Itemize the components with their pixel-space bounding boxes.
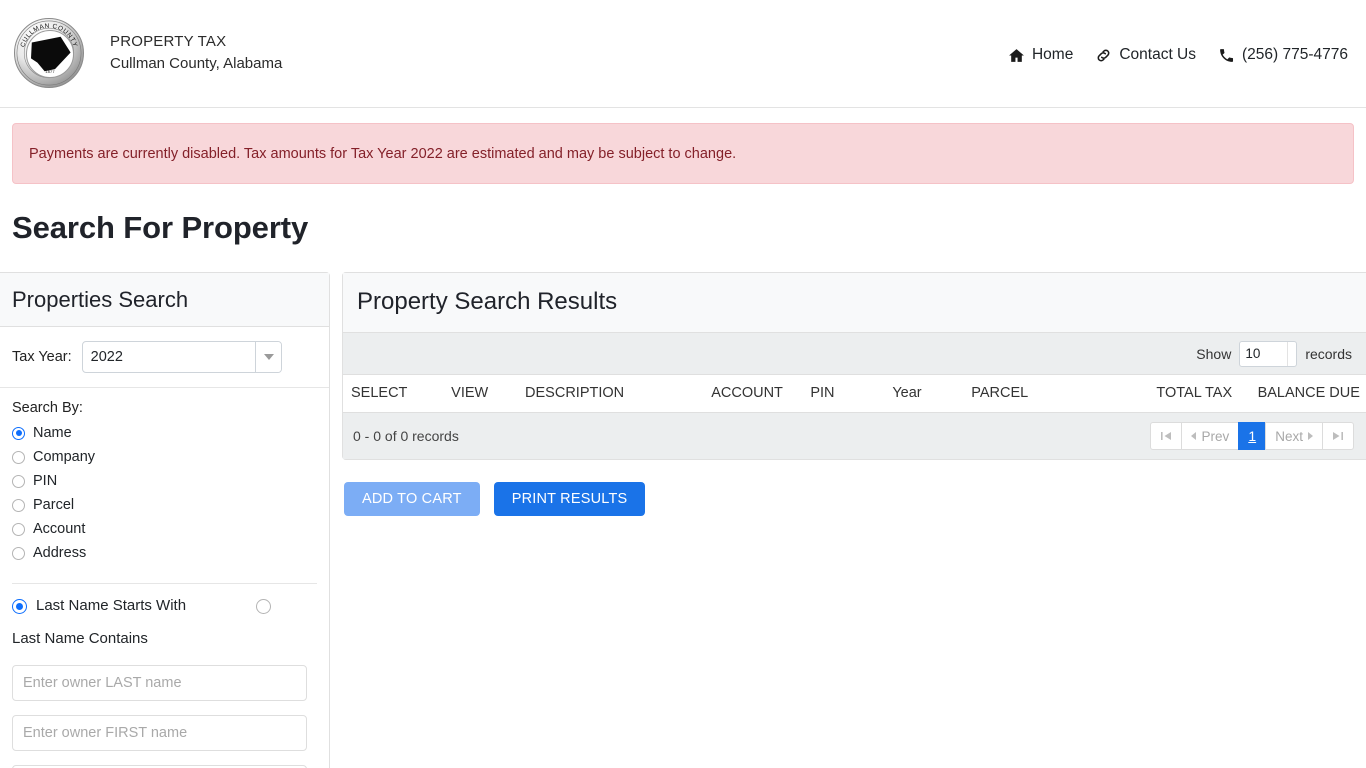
search-by-option-parcel-label: Parcel [33,497,75,513]
pagination: Prev 1 Next [1150,422,1354,450]
radio-icon[interactable] [12,450,25,464]
pagination-page-1-label: 1 [1248,428,1257,444]
column-header-year[interactable]: Year [884,375,964,413]
tax-year-input[interactable] [82,342,256,372]
chevron-right-icon [1308,432,1313,440]
phone-icon [1218,47,1235,64]
results-column: Property Search Results Show records [342,272,1366,516]
properties-search-panel: Properties Search Tax Year: Search By: N… [0,272,330,768]
column-header-account[interactable]: ACCOUNT [703,375,803,413]
owner-first-name-input[interactable] [12,715,307,751]
brand-text: PROPERTY TAX Cullman County, Alabama [110,31,282,75]
name-match-contains-label: Last Name Contains [12,630,148,647]
radio-icon[interactable] [12,498,25,512]
pagination-next-label: Next [1275,428,1303,444]
results-table: SELECT VIEW DESCRIPTION ACCOUNT PIN Year… [343,375,1366,413]
page-title: Search For Property [12,210,309,245]
search-by-option-pin[interactable]: PIN [12,469,317,493]
link-icon [1095,47,1112,64]
tax-year-dropdown-button[interactable] [255,342,281,372]
nav-phone-label: (256) 775-4776 [1242,46,1348,63]
search-by-option-company[interactable]: Company [12,445,317,469]
owner-last-name-input[interactable] [12,665,307,701]
main-content: Properties Search Tax Year: Search By: N… [0,272,1366,768]
search-by-option-account[interactable]: Account [12,517,317,541]
brand-title: PROPERTY TAX [110,33,227,51]
pagination-prev-button[interactable]: Prev [1181,422,1240,450]
radio-icon[interactable] [12,546,25,560]
search-by-option-account-label: Account [33,521,86,537]
radio-icon[interactable] [12,522,25,536]
first-page-icon [1161,432,1172,440]
name-match-options: Last Name Starts With Last Name Contains [12,594,317,651]
column-header-parcel[interactable]: PARCEL [963,375,1149,413]
property-search-results-panel: Property Search Results Show records [342,272,1366,460]
add-to-cart-button[interactable]: ADD TO CART [344,482,480,516]
search-by-option-parcel[interactable]: Parcel [12,493,317,517]
tax-year-label: Tax Year: [12,349,72,365]
results-actions: ADD TO CART PRINT RESULTS [344,482,1366,516]
results-footer: 0 - 0 of 0 records Prev 1 Next [343,413,1366,459]
tax-year-combobox[interactable] [81,341,282,373]
chevron-down-icon [1288,341,1297,358]
search-by-group: Search By: Name Company PIN Parcel Accou… [0,388,329,569]
last-page-icon [1333,432,1343,440]
search-by-option-pin-label: PIN [33,473,58,489]
chevron-down-icon [263,354,274,360]
pagination-first-button[interactable] [1150,422,1183,450]
properties-search-title: Properties Search [0,273,329,327]
record-count: 0 - 0 of 0 records [353,428,459,444]
records-label: records [1305,345,1352,362]
column-header-balance-due[interactable]: BALANCE DUE [1249,375,1366,413]
search-by-option-address-label: Address [33,545,87,561]
pagination-last-button[interactable] [1322,422,1354,450]
radio-icon[interactable] [12,426,25,440]
brand-subtitle: Cullman County, Alabama [110,55,283,72]
show-label: Show [1196,345,1232,362]
print-results-button[interactable]: PRINT RESULTS [493,482,646,516]
page-size-input[interactable] [1240,341,1288,366]
column-header-pin[interactable]: PIN [802,375,885,413]
brand: CULLMAN COUNTY ALABAMA 1877 PROPERTY TAX… [14,18,282,88]
page-size-combobox[interactable] [1239,340,1298,367]
results-table-header-row: SELECT VIEW DESCRIPTION ACCOUNT PIN Year… [343,375,1366,413]
column-header-select[interactable]: SELECT [343,375,444,413]
pagination-prev-label: Prev [1201,428,1230,444]
seal-inner-disc: 1877 [26,30,74,78]
site-header: CULLMAN COUNTY ALABAMA 1877 PROPERTY TAX… [0,0,1366,108]
radio-icon[interactable] [12,474,25,488]
radio-icon-last-name-contains[interactable] [256,598,272,614]
nav-phone[interactable]: (256) 775-4776 [1218,46,1348,64]
page-size-dropdown-button[interactable] [1287,341,1297,366]
nav-home[interactable]: Home [1008,46,1073,64]
top-navigation: Home Contact Us (256) 775-4776 [1008,46,1348,64]
search-by-option-company-label: Company [33,449,96,465]
nav-contact-us-label: Contact Us [1119,46,1196,63]
seal-year: 1877 [45,69,55,74]
search-by-option-name[interactable]: Name [12,421,317,445]
name-match-starts-with-label: Last Name Starts With [36,597,187,614]
nav-home-label: Home [1031,46,1074,63]
search-by-option-address[interactable]: Address [12,541,317,565]
name-match-group: Last Name Starts With Last Name Contains [0,584,329,768]
results-toolbar: Show records [343,333,1366,375]
pagination-next-button[interactable]: Next [1265,422,1323,450]
payments-disabled-alert: Payments are currently disabled. Tax amo… [12,123,1354,184]
radio-icon-last-name-starts-with[interactable] [12,598,27,614]
tax-year-row: Tax Year: [0,327,329,388]
nav-contact-us[interactable]: Contact Us [1095,46,1196,64]
column-header-total-tax[interactable]: TOTAL TAX [1148,375,1250,413]
column-header-description[interactable]: DESCRIPTION [517,375,704,413]
home-icon [1008,47,1025,64]
alert-message: Payments are currently disabled. Tax amo… [29,145,737,162]
search-by-option-name-label: Name [33,425,72,441]
chevron-left-icon [1191,432,1197,440]
pagination-page-1[interactable]: 1 [1238,422,1267,450]
column-header-view[interactable]: VIEW [443,375,518,413]
search-by-label: Search By: [12,400,83,416]
county-silhouette-icon [31,36,71,72]
results-title: Property Search Results [343,273,1366,333]
cullman-county-seal-icon: CULLMAN COUNTY ALABAMA 1877 [14,18,84,88]
